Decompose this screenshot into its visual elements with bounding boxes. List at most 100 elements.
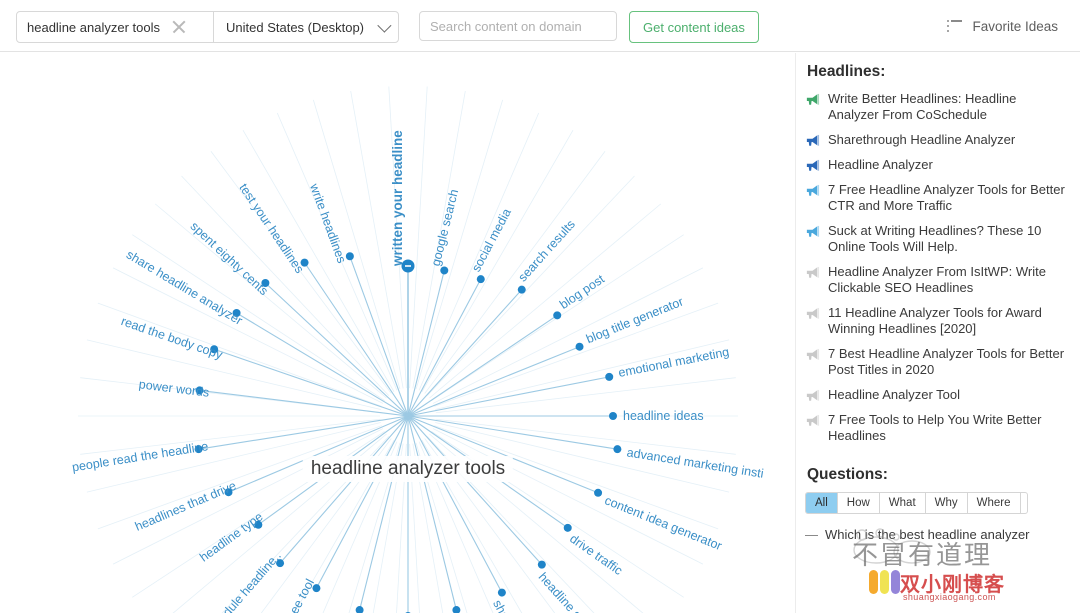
get-content-ideas-button[interactable]: Get content ideas: [629, 11, 759, 43]
keyword-value: headline analyzer tools: [27, 19, 160, 35]
headline-item[interactable]: Sharethrough Headline Analyzer: [805, 132, 1069, 148]
mindmap-node-dot[interactable]: [553, 311, 562, 320]
headline-text: 7 Free Headline Analyzer Tools for Bette…: [828, 182, 1065, 213]
megaphone-icon: [806, 414, 820, 426]
question-text: Which is the best headline analyzer: [825, 527, 1030, 542]
mindmap-node-label: spent eighty cents: [188, 219, 271, 298]
mindmap-node-label: drive traffic: [567, 532, 625, 578]
mindmap-node-dot[interactable]: [452, 606, 461, 613]
mindmap-node-label: emotional marketing: [617, 345, 730, 380]
megaphone-icon: [805, 159, 820, 172]
megaphone-icon: [806, 225, 820, 237]
question-tabs[interactable]: All How What Why Where: [805, 492, 1028, 514]
megaphone-icon: [806, 159, 820, 171]
megaphone-icon: [805, 134, 820, 147]
mindmap-node[interactable]: emotional marketing: [407, 345, 730, 417]
mindmap-node-label: blog post: [557, 272, 607, 312]
mindmap-node-label: read the body copy: [119, 314, 225, 362]
keyword-input[interactable]: headline analyzer tools: [17, 12, 213, 42]
domain-search-input[interactable]: Search content on domain: [419, 11, 617, 41]
megaphone-icon: [805, 93, 820, 106]
mindmap-node-label: write headlines: [307, 181, 349, 265]
mindmap-node-dot[interactable]: [605, 372, 614, 381]
question-item[interactable]: — Which is the best headline analyzer: [805, 527, 1069, 543]
mindmap-node-label: advanced marketing insti: [626, 445, 765, 480]
headline-item[interactable]: 11 Headline Analyzer Tools for Award Win…: [805, 305, 1069, 337]
mindmap-node-dot[interactable]: [575, 342, 584, 351]
mindmap-node-label: test your headlines: [236, 181, 306, 276]
headline-item[interactable]: 7 Free Headline Analyzer Tools for Bette…: [805, 182, 1069, 214]
mindmap-node-label: headline generator f: [536, 570, 621, 613]
mindmap-node-dot[interactable]: [476, 275, 485, 284]
megaphone-icon: [806, 307, 820, 319]
mindmap-node-dot[interactable]: [613, 445, 622, 454]
megaphone-icon: [805, 348, 820, 361]
mindmap-node-label: people read the headline: [71, 439, 209, 474]
domain-placeholder: Search content on domain: [430, 18, 582, 34]
megaphone-icon: [805, 389, 820, 402]
questions-title: Questions:: [807, 466, 888, 483]
mindmap-node-dot[interactable]: [497, 588, 506, 597]
headline-item[interactable]: Headline Analyzer: [805, 157, 1069, 173]
mindmap-node-label: search results: [516, 217, 578, 284]
headline-text: Suck at Writing Headlines? These 10 Onli…: [828, 223, 1042, 254]
mindmap-node-dot[interactable]: [609, 412, 617, 420]
location-select[interactable]: United States (Desktop): [214, 12, 398, 42]
mindmap-node[interactable]: power words: [138, 377, 409, 417]
megaphone-icon: [806, 134, 820, 146]
mindmap-node-dot[interactable]: [594, 488, 603, 497]
headline-item[interactable]: Headline Analyzer Tool: [805, 387, 1069, 403]
mindmap-node[interactable]: google search: [407, 188, 461, 417]
list-icon: [947, 20, 963, 32]
question-tab[interactable]: Why: [926, 493, 968, 513]
favorite-ideas-button[interactable]: Favorite Ideas: [947, 11, 1058, 41]
mindmap-center-label: headline analyzer tools: [302, 456, 514, 482]
megaphone-icon: [805, 414, 820, 427]
megaphone-icon: [806, 93, 820, 105]
questions-list: — Which is the best headline analyzer: [805, 527, 1069, 543]
mindmap-node-dot[interactable]: [563, 523, 572, 532]
question-dash: —: [805, 527, 818, 542]
question-tab[interactable]: Where: [968, 493, 1021, 513]
megaphone-icon: [806, 389, 820, 401]
mindmap-svg: written your headline google search social…: [71, 86, 765, 613]
headline-item[interactable]: Write Better Headlines: Headline Analyze…: [805, 91, 1069, 123]
mindmap-node-dot[interactable]: [517, 285, 526, 294]
headline-item[interactable]: Suck at Writing Headlines? These 10 Onli…: [805, 223, 1069, 255]
mindmap-node[interactable]: headline generator f: [407, 415, 621, 613]
question-tab[interactable]: All: [806, 493, 838, 513]
mindmap-node[interactable]: drive traffic: [407, 415, 625, 578]
headline-text: Headline Analyzer: [828, 157, 933, 172]
mindmap-node-label: written your headline: [390, 130, 405, 267]
megaphone-icon: [806, 184, 820, 196]
headline-text: 7 Free Tools to Help You Write Better He…: [828, 412, 1042, 443]
mindmap-node[interactable]: blog title generator: [407, 294, 685, 417]
chevron-down-icon: [377, 18, 392, 33]
megaphone-icon: [806, 348, 820, 360]
mindmap-node-label: headline ideas: [623, 409, 704, 423]
mindmap-node[interactable]: ee tool: [287, 415, 409, 613]
headline-text: Headline Analyzer Tool: [828, 387, 961, 402]
mindmap-node[interactable]: [404, 416, 412, 613]
headline-text: 11 Headline Analyzer Tools for Award Win…: [828, 305, 1042, 336]
mindmap-node-label: headlines that drive: [133, 479, 238, 534]
mindmap-node-label: ee tool: [287, 577, 317, 613]
question-tab[interactable]: How: [838, 493, 880, 513]
location-value: United States (Desktop): [226, 19, 365, 35]
megaphone-icon: [806, 266, 820, 278]
search-group: headline analyzer tools United States (D…: [16, 11, 400, 43]
close-x-icon[interactable]: [170, 18, 188, 36]
mindmap-canvas[interactable]: written your headline google search social…: [0, 53, 795, 613]
mindmap-node-dot[interactable]: [537, 560, 546, 569]
mindmap-node-dot[interactable]: [355, 606, 364, 613]
mindmap-node[interactable]: content idea generator: [407, 415, 724, 553]
mindmap-node-label: social media: [469, 206, 514, 274]
headline-text: 7 Best Headline Analyzer Tools for Bette…: [828, 346, 1065, 377]
question-tab[interactable]: What: [880, 493, 926, 513]
headline-item[interactable]: 7 Best Headline Analyzer Tools for Bette…: [805, 346, 1069, 378]
results-panel[interactable]: Headlines: Write Better Headlines: Headl…: [795, 53, 1080, 613]
megaphone-icon: [805, 225, 820, 238]
headline-item[interactable]: 7 Free Tools to Help You Write Better He…: [805, 412, 1069, 444]
headline-text: Write Better Headlines: Headline Analyze…: [828, 91, 1017, 122]
headline-item[interactable]: Headline Analyzer From IsItWP: Write Cli…: [805, 264, 1069, 296]
